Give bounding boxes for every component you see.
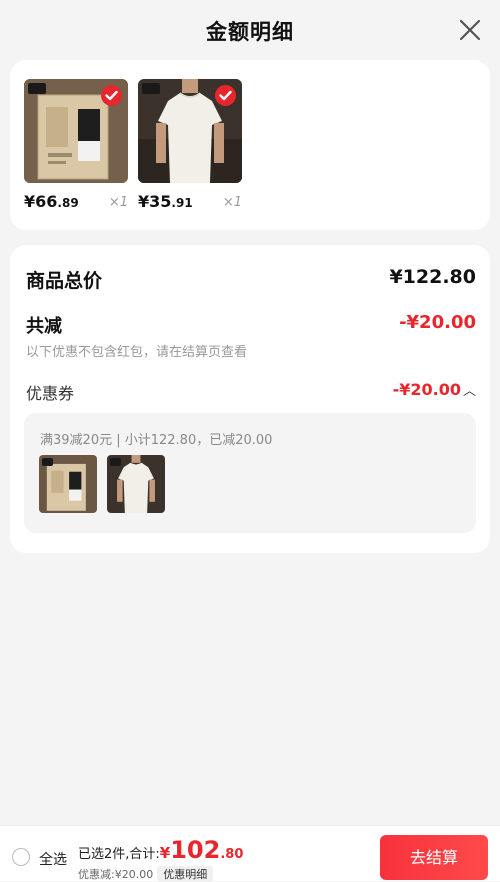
selected-summary: 已选2件,合计:¥102.80 [78, 836, 243, 864]
product-item[interactable]: ¥66.89 ×1 [24, 79, 128, 211]
checked-icon[interactable] [215, 85, 236, 106]
reduce-label: 共减 [26, 316, 62, 337]
brand-badge [42, 458, 53, 466]
price-symbol: ¥ [159, 844, 171, 862]
checked-icon[interactable] [101, 85, 122, 106]
coupon-detail-box: 满39减20元 | 小计122.80，已减20.00 [24, 413, 476, 533]
coupon-amount: -¥20.00 [392, 380, 461, 399]
price-cents: .91 [171, 196, 193, 210]
brand-badge [110, 458, 121, 466]
chevron-up-icon[interactable]: ︿ [463, 384, 476, 399]
close-icon[interactable] [456, 16, 484, 44]
coupon-value[interactable]: -¥20.00 ︿ [393, 380, 476, 399]
brand-badge [142, 83, 160, 94]
brand-badge [28, 83, 46, 94]
price-summary-card: 商品总价 ¥122.80 共减 -¥20.00 以下优惠不包含红包，请在结算页查… [10, 245, 490, 553]
product-price: ¥66.89 [24, 192, 79, 211]
checkout-button[interactable]: 去结算 [380, 835, 488, 880]
product-price: ¥35.91 [138, 192, 193, 211]
product-quantity: ×1 [222, 195, 242, 210]
products-card: ¥66.89 ×1 ¥35.91 ×1 [10, 60, 490, 230]
product-quantity: ×1 [108, 195, 128, 210]
price-cents: .89 [57, 196, 79, 210]
coupon-label: 优惠券 [26, 384, 75, 403]
select-all-label[interactable]: 全选 [39, 849, 67, 869]
checkout-bar: 全选 已选2件,合计:¥102.80 优惠减:¥20.00 优惠明细 去结算 [0, 825, 500, 882]
socks-in-box-thumb [39, 455, 97, 513]
total-label: 商品总价 [26, 270, 103, 292]
product-item[interactable]: ¥35.91 ×1 [138, 79, 242, 211]
selected-count-text: 已选2件,合计: [78, 847, 160, 862]
discount-amount: 优惠减:¥20.00 [78, 868, 154, 881]
total-value: ¥122.80 [389, 266, 476, 288]
price-decimal: .80 [220, 847, 244, 862]
white-tshirt-thumb [107, 455, 165, 513]
price-integer: ¥66 [24, 192, 58, 211]
socks-in-box-image [24, 79, 128, 183]
page-title: 金额明细 [206, 20, 294, 44]
total-price: ¥102.80 [159, 836, 244, 864]
coupon-description: 满39减20元 | 小计122.80，已减20.00 [40, 433, 273, 448]
select-all-checkbox[interactable] [12, 848, 30, 866]
header: 金额明细 [0, 0, 500, 60]
price-integer: ¥35 [138, 192, 172, 211]
reduce-value: -¥20.00 [399, 312, 476, 333]
white-tshirt-image [138, 79, 242, 183]
discount-note: 以下优惠不包含红包，请在结算页查看 [26, 345, 248, 360]
price-integer: 102 [170, 836, 221, 864]
